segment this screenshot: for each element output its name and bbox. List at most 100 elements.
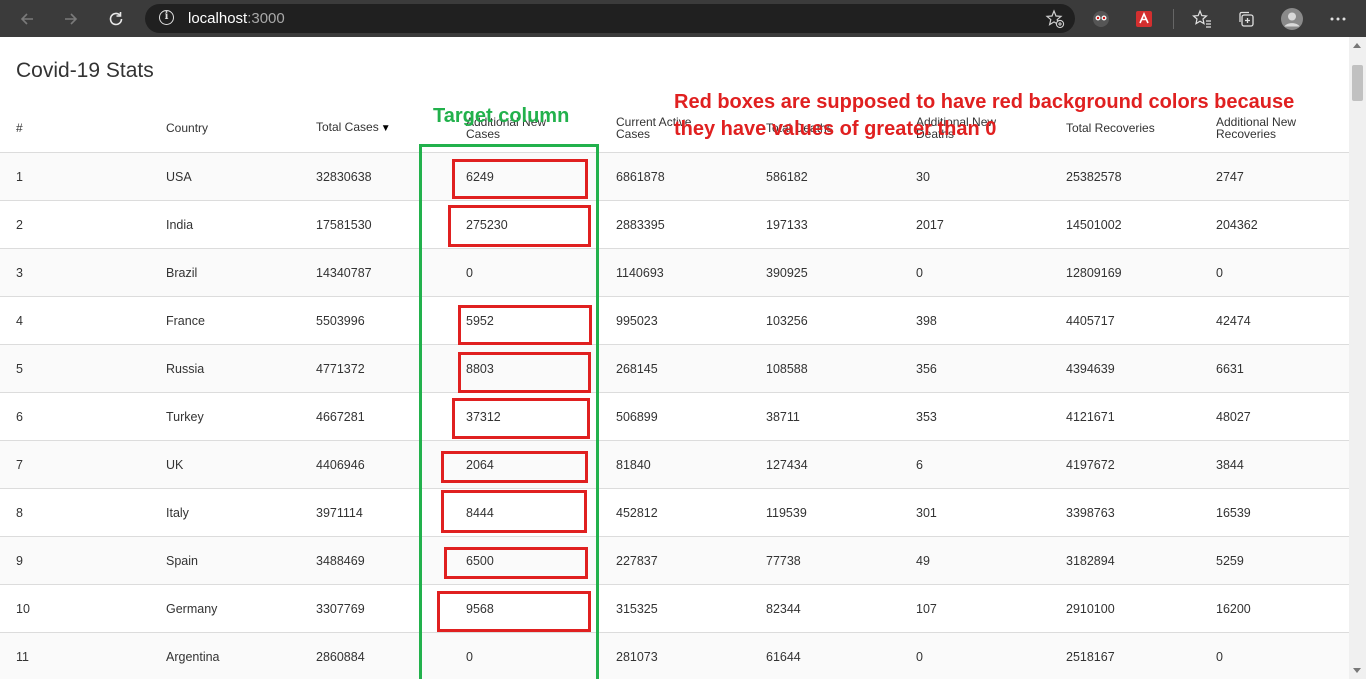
cell-new-rec: 16200 (1200, 584, 1349, 633)
cell-new-deaths: 398 (900, 296, 1050, 345)
back-arrow-icon (20, 13, 33, 25)
table-row: 2 India 17581530 275230 2883395 197133 2017 145… (0, 200, 1349, 249)
favorites-button[interactable] (1188, 5, 1216, 33)
target-column-label: Target column (433, 105, 570, 127)
cell-recoveries: 4197672 (1050, 440, 1200, 489)
cell-country: Turkey (150, 392, 300, 441)
cell-deaths: 390925 (750, 248, 900, 297)
red-highlight-box (452, 398, 590, 439)
browser-toolbar: i localhost:3000 (0, 0, 1366, 37)
cell-country: USA (150, 152, 300, 201)
cell-recoveries: 2518167 (1050, 632, 1200, 679)
cell-new-deaths: 30 (900, 152, 1050, 201)
table-row: 7 UK 4406946 2064 81840 127434 6 4197672 3844 (0, 440, 1349, 489)
cell-deaths: 119539 (750, 488, 900, 537)
cell-recoveries: 25382578 (1050, 152, 1200, 201)
cell-active: 315325 (600, 584, 750, 633)
settings-menu-button[interactable] (1324, 5, 1352, 33)
favorites-list-icon (1192, 9, 1211, 28)
cell-new-rec: 3844 (1200, 440, 1349, 489)
cell-country: Italy (150, 488, 300, 537)
cell-new-deaths: 0 (900, 632, 1050, 679)
red-highlight-box (441, 451, 588, 483)
address-bar[interactable]: i localhost:3000 (145, 4, 1075, 33)
cell-num: 3 (0, 248, 150, 297)
url-text: localhost:3000 (188, 10, 285, 27)
cell-recoveries: 3398763 (1050, 488, 1200, 537)
toolbar-separator (1173, 9, 1174, 29)
extension-eyes-button[interactable] (1087, 5, 1115, 33)
cell-num: 8 (0, 488, 150, 537)
vertical-scrollbar[interactable] (1349, 37, 1366, 679)
cell-new-deaths: 2017 (900, 200, 1050, 249)
star-add-icon (1045, 9, 1065, 29)
cell-new-deaths: 6 (900, 440, 1050, 489)
cell-country: France (150, 296, 300, 345)
profile-button[interactable] (1278, 5, 1306, 33)
red-highlight-box (452, 159, 588, 199)
cell-new-deaths: 49 (900, 536, 1050, 585)
red-highlight-box (441, 490, 587, 533)
more-dots-icon (1330, 17, 1346, 21)
cell-active: 995023 (600, 296, 750, 345)
scrollbar-thumb[interactable] (1352, 65, 1363, 101)
back-button[interactable] (12, 4, 42, 34)
refresh-button[interactable] (101, 4, 131, 34)
cell-new-rec: 2747 (1200, 152, 1349, 201)
cell-new-rec: 48027 (1200, 392, 1349, 441)
cell-country: Germany (150, 584, 300, 633)
cell-num: 4 (0, 296, 150, 345)
sort-desc-icon: ▼ (380, 122, 391, 134)
cell-country: Russia (150, 344, 300, 393)
header-country[interactable]: Country (150, 103, 300, 153)
red-highlight-box (458, 305, 592, 345)
cell-new-deaths: 0 (900, 248, 1050, 297)
cell-deaths: 197133 (750, 200, 900, 249)
site-info-icon[interactable]: i (159, 10, 174, 25)
scroll-up-icon[interactable] (1353, 43, 1361, 48)
cell-deaths: 38711 (750, 392, 900, 441)
red-box-note: Red boxes are supposed to have red backg… (674, 91, 1295, 140)
cell-new-rec: 16539 (1200, 488, 1349, 537)
cell-new-deaths: 301 (900, 488, 1050, 537)
avatar-icon (1281, 8, 1303, 30)
extension-red-button[interactable] (1130, 5, 1158, 33)
cell-deaths: 82344 (750, 584, 900, 633)
table-row: 8 Italy 3971114 8444 452812 119539 301 3398763 1… (0, 488, 1349, 537)
cell-recoveries: 12809169 (1050, 248, 1200, 297)
table-row: 3 Brazil 14340787 0 1140693 390925 0 12809169 0 (0, 248, 1349, 297)
cell-new-rec: 42474 (1200, 296, 1349, 345)
cell-country: Argentina (150, 632, 300, 679)
cell-num: 7 (0, 440, 150, 489)
cell-active: 281073 (600, 632, 750, 679)
cell-deaths: 77738 (750, 536, 900, 585)
scroll-down-icon[interactable] (1353, 668, 1361, 673)
cell-deaths: 108588 (750, 344, 900, 393)
cell-new-rec: 5259 (1200, 536, 1349, 585)
cell-new-rec: 0 (1200, 632, 1349, 679)
forward-arrow-icon (65, 13, 78, 25)
cell-num: 5 (0, 344, 150, 393)
cell-num: 1 (0, 152, 150, 201)
forward-button[interactable] (56, 4, 86, 34)
cell-recoveries: 4394639 (1050, 344, 1200, 393)
cell-deaths: 586182 (750, 152, 900, 201)
cell-active: 506899 (600, 392, 750, 441)
table-row: 9 Spain 3488469 6500 227837 77738 49 3182894 525… (0, 536, 1349, 585)
cell-active: 268145 (600, 344, 750, 393)
cell-deaths: 103256 (750, 296, 900, 345)
cell-num: 9 (0, 536, 150, 585)
cell-active: 1140693 (600, 248, 750, 297)
refresh-icon (109, 12, 123, 26)
cell-num: 11 (0, 632, 150, 679)
cell-country: India (150, 200, 300, 249)
cell-recoveries: 4405717 (1050, 296, 1200, 345)
collections-icon (1239, 11, 1254, 27)
page-title: Covid-19 Stats (16, 59, 154, 82)
collections-button[interactable] (1232, 5, 1260, 33)
page-content: Covid-19 Stats # Country Total Cases ▼ Ad… (0, 37, 1349, 679)
header-num[interactable]: # (0, 103, 150, 153)
cell-new-rec: 0 (1200, 248, 1349, 297)
table-row: 10 Germany 3307769 9568 315325 82344 107 291010… (0, 584, 1349, 633)
add-favorite-button[interactable] (1045, 9, 1065, 34)
